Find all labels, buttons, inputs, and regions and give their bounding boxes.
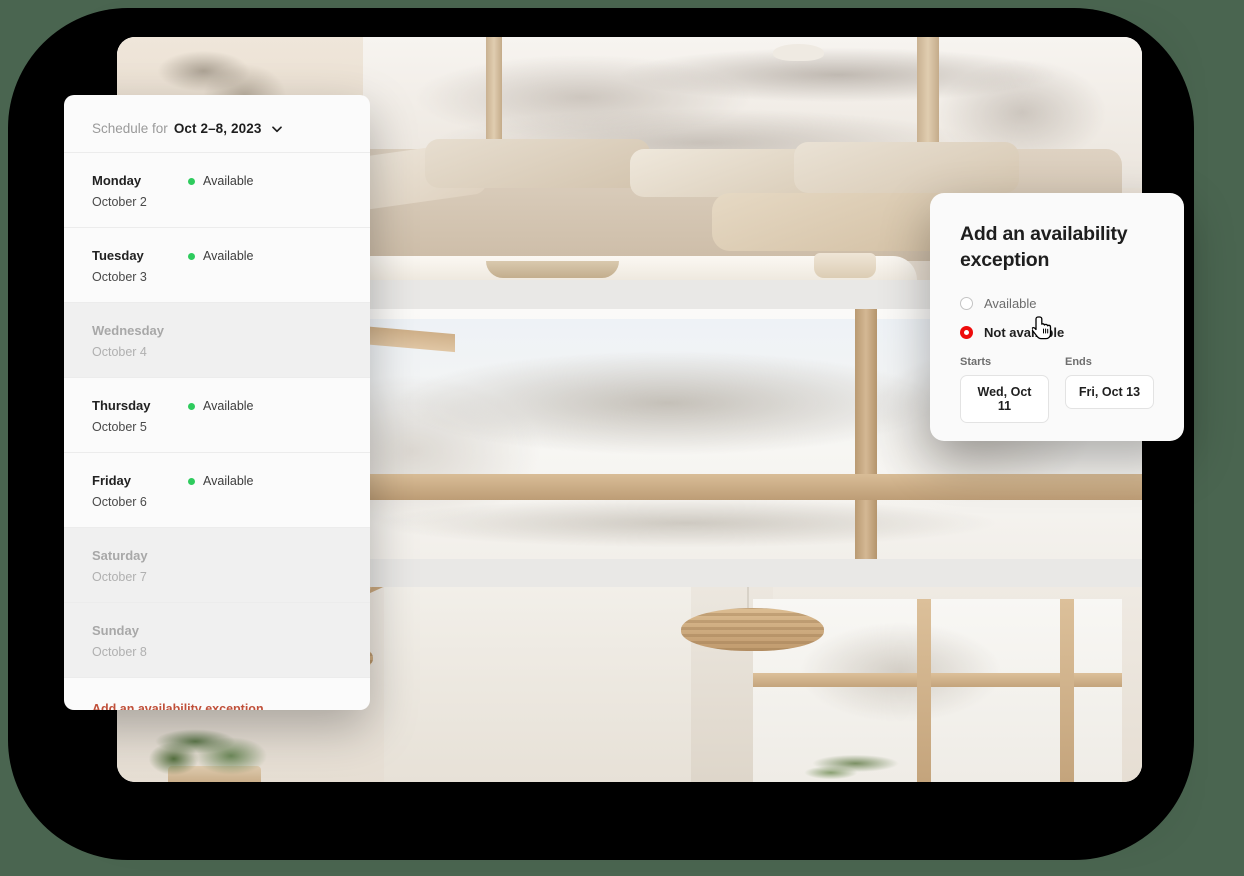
schedule-label: Schedule for (92, 121, 168, 136)
chevron-down-icon[interactable] (271, 123, 283, 135)
schedule-day-row[interactable]: Friday October 6 Available (64, 453, 370, 528)
date-field: Starts Wed, Oct 11 (960, 356, 1049, 423)
date-field-label: Ends (1065, 355, 1092, 368)
radio-selected-icon[interactable] (960, 325, 973, 339)
day-names: Sunday October 8 (92, 623, 188, 659)
availability-exception-dialog: Add an availability exception Available N… (930, 193, 1184, 441)
day-date: October 4 (92, 345, 147, 359)
schedule-day-row[interactable]: Thursday October 5 Available (64, 378, 370, 453)
day-date: October 6 (92, 495, 147, 509)
day-date: October 8 (92, 645, 147, 659)
dialog-title: Add an availability exception (960, 223, 1128, 272)
day-status: Available (188, 248, 254, 263)
status-text: Available (203, 249, 254, 263)
date-field-input[interactable]: Wed, Oct 11 (960, 374, 1049, 423)
schedule-footer: Add an availability exception (64, 678, 370, 710)
day-status: Available (188, 173, 254, 188)
status-dot-icon (188, 477, 195, 485)
day-name: Thursday (92, 398, 151, 413)
day-names: Friday October 6 (92, 473, 188, 509)
add-availability-exception-link[interactable]: Add an availability exception (92, 702, 264, 710)
day-date: October 5 (92, 420, 147, 434)
radio-label: Not available (984, 324, 1065, 340)
day-status: Available (188, 398, 254, 413)
screenshot-stage: Schedule for Oct 2–8, 2023 Monday October… (0, 0, 1244, 876)
availability-radio-group: Available Not available (960, 296, 1154, 340)
date-field-label: Starts (960, 355, 992, 368)
day-status: Available (188, 473, 254, 488)
day-names: Monday October 2 (92, 173, 188, 209)
status-text: Available (203, 399, 254, 413)
day-names: Tuesday October 3 (92, 248, 188, 284)
schedule-date-range: Oct 2–8, 2023 (173, 121, 262, 136)
day-date: October 2 (92, 195, 147, 209)
status-dot-icon (188, 252, 195, 260)
date-field: Ends Fri, Oct 13 (1065, 356, 1154, 423)
date-range-fields: Starts Wed, Oct 11 Ends Fri, Oct 13 (960, 356, 1154, 423)
schedule-day-list: Monday October 2 Available Tuesday October 3… (64, 152, 370, 678)
day-names: Wednesday October 4 (92, 323, 188, 359)
schedule-day-row[interactable]: Sunday October 8 (64, 603, 370, 678)
day-date: October 7 (92, 570, 147, 584)
availability-radio-option[interactable]: Not available (960, 325, 1154, 340)
day-name: Friday (92, 473, 132, 488)
schedule-day-row[interactable]: Monday October 2 Available (64, 153, 370, 228)
radio-unselected-icon[interactable] (960, 296, 973, 310)
status-text: Available (203, 174, 254, 188)
status-text: Available (203, 474, 254, 488)
date-field-input[interactable]: Fri, Oct 13 (1065, 374, 1154, 409)
status-dot-icon (188, 402, 195, 410)
day-name: Monday (92, 173, 142, 188)
schedule-day-row[interactable]: Saturday October 7 (64, 528, 370, 603)
day-name: Saturday (92, 548, 148, 563)
day-name: Sunday (92, 623, 139, 638)
schedule-day-row[interactable]: Tuesday October 3 Available (64, 228, 370, 303)
status-dot-icon (188, 177, 195, 185)
schedule-card: Schedule for Oct 2–8, 2023 Monday October… (64, 95, 370, 710)
day-name: Wednesday (92, 323, 165, 338)
day-date: October 3 (92, 270, 147, 284)
radio-label: Available (984, 295, 1037, 311)
day-names: Thursday October 5 (92, 398, 188, 434)
day-name: Tuesday (92, 248, 144, 263)
availability-radio-option[interactable]: Available (960, 296, 1154, 311)
schedule-day-row[interactable]: Wednesday October 4 (64, 303, 370, 378)
day-names: Saturday October 7 (92, 548, 188, 584)
schedule-header[interactable]: Schedule for Oct 2–8, 2023 (64, 95, 370, 152)
